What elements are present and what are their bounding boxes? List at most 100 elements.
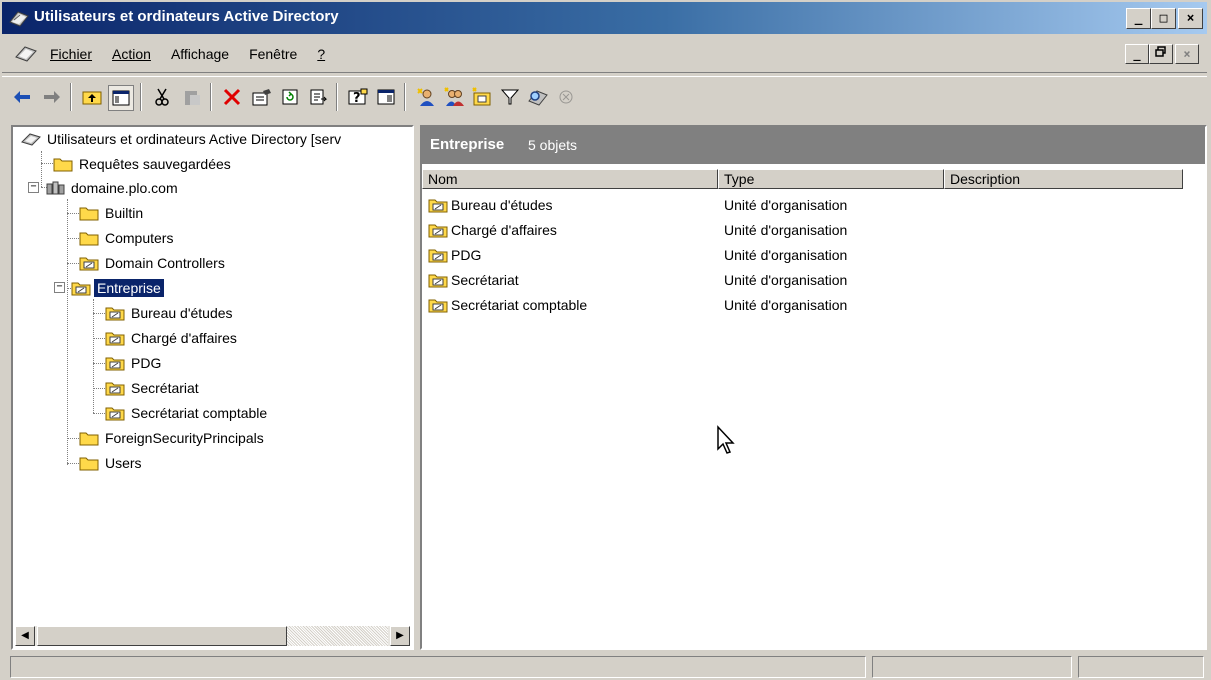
folder-icon	[79, 232, 99, 246]
toolbar: ?	[2, 76, 1207, 117]
create-user-icon[interactable]	[414, 85, 438, 109]
tree-label: Entreprise	[93, 278, 165, 298]
list-item[interactable]: Secrétariat Unité d'organisation	[428, 268, 1198, 292]
console-tree-icon[interactable]	[374, 85, 398, 109]
column-headers: Nom Type Description	[422, 169, 1205, 189]
ou-icon	[428, 299, 448, 313]
mdi-restore-button[interactable]	[1149, 44, 1173, 64]
tree-item-secretariat[interactable]: Secrétariat	[105, 376, 202, 400]
folder-icon	[79, 432, 99, 446]
list-item[interactable]: Chargé d'affaires Unité d'organisation	[428, 218, 1198, 242]
scroll-left-button[interactable]: ◀	[15, 626, 35, 646]
tree-item-pdg[interactable]: PDG	[105, 351, 164, 375]
forward-arrow-icon[interactable]	[40, 85, 64, 109]
column-header-nom[interactable]: Nom	[422, 169, 718, 189]
tree-item-entreprise[interactable]: Entreprise	[71, 276, 165, 300]
mmc-window: Utilisateurs et ordinateurs Active Direc…	[0, 0, 1211, 680]
scroll-thumb[interactable]	[37, 626, 287, 646]
mdi-close-button[interactable]: ×	[1175, 44, 1199, 64]
collapse-entreprise-icon[interactable]: −	[54, 282, 65, 293]
ou-icon	[79, 257, 99, 271]
status-bar	[2, 654, 1207, 678]
menu-action[interactable]: Action	[102, 46, 161, 62]
close-button[interactable]: ×	[1178, 8, 1203, 29]
filter-icon[interactable]	[498, 85, 522, 109]
tree-item-charge-affaires[interactable]: Chargé d'affaires	[105, 326, 240, 350]
scroll-right-button[interactable]: ▶	[390, 626, 410, 646]
domain-icon	[46, 181, 65, 195]
ad-console-icon	[9, 11, 29, 27]
collapse-domain-icon[interactable]: −	[28, 182, 39, 193]
svg-text:?: ?	[353, 91, 361, 106]
mouse-cursor-icon	[717, 425, 735, 454]
list-item[interactable]: Secrétariat comptable Unité d'organisati…	[428, 293, 1198, 317]
ou-icon	[428, 224, 448, 238]
create-ou-icon[interactable]	[470, 85, 494, 109]
title-bar[interactable]: Utilisateurs et ordinateurs Active Direc…	[2, 2, 1207, 34]
list-item[interactable]: PDG Unité d'organisation	[428, 243, 1198, 267]
folder-icon	[79, 457, 99, 471]
tree-label: Chargé d'affaires	[131, 330, 237, 346]
caption-buttons: _ □ ×	[1126, 8, 1203, 30]
console-menu-icon[interactable]	[14, 43, 38, 63]
ou-icon	[105, 307, 125, 321]
list-item-type: Unité d'organisation	[724, 297, 848, 313]
show-hide-tree-icon[interactable]	[108, 85, 134, 111]
cut-icon[interactable]	[150, 85, 174, 109]
ad-console-icon	[21, 133, 41, 146]
ou-icon	[105, 382, 125, 396]
menu-help[interactable]: ?	[307, 46, 335, 62]
ou-icon	[105, 407, 125, 421]
tree-label: Secrétariat comptable	[131, 405, 268, 421]
tree-item-computers[interactable]: Computers	[79, 226, 176, 250]
restore-icon	[1155, 46, 1166, 57]
menu-affichage[interactable]: Affichage	[161, 46, 239, 62]
export-list-icon[interactable]	[306, 85, 330, 109]
menu-bar: Fichier Action Affichage Fenêtre ? _ ×	[2, 36, 1207, 73]
tree-label: PDG	[131, 355, 162, 371]
tree-item-builtin[interactable]: Builtin	[79, 201, 146, 225]
delete-icon[interactable]	[220, 85, 244, 109]
ou-icon	[105, 357, 125, 371]
maximize-button[interactable]: □	[1151, 8, 1176, 29]
find-icon[interactable]	[526, 85, 550, 109]
tree-item-saved-queries[interactable]: Requêtes sauvegardées	[53, 152, 234, 176]
mdi-minimize-button[interactable]: _	[1125, 44, 1149, 64]
minimize-button[interactable]: _	[1126, 8, 1151, 29]
ou-icon	[428, 199, 448, 213]
tree-item-domain[interactable]: domaine.plo.com	[45, 176, 181, 200]
tree-item-foreign-security-principals[interactable]: ForeignSecurityPrincipals	[79, 426, 267, 450]
folder-icon	[79, 207, 99, 221]
list-item-name: Bureau d'études	[451, 197, 553, 213]
tree-label: Computers	[105, 230, 174, 246]
refresh-icon[interactable]	[278, 85, 302, 109]
add-to-group-icon[interactable]	[554, 85, 578, 109]
paste-icon[interactable]	[180, 85, 204, 109]
scroll-track[interactable]	[287, 626, 388, 646]
tree-label: Builtin	[105, 205, 144, 221]
back-arrow-icon[interactable]	[10, 85, 34, 109]
tree-item-root[interactable]: Utilisateurs et ordinateurs Active Direc…	[21, 127, 344, 151]
tree-item-bureau-etudes[interactable]: Bureau d'études	[105, 301, 236, 325]
tree-item-users[interactable]: Users	[79, 451, 145, 475]
column-header-description[interactable]: Description	[944, 169, 1183, 189]
menu-fenetre[interactable]: Fenêtre	[239, 46, 307, 62]
status-panel-2	[872, 656, 1072, 678]
up-folder-icon[interactable]	[80, 85, 104, 109]
properties-icon[interactable]	[250, 85, 274, 109]
menu-fichier[interactable]: Fichier	[50, 46, 102, 62]
tree-item-domain-controllers[interactable]: Domain Controllers	[79, 251, 228, 275]
tree-root-label: Utilisateurs et ordinateurs Active Direc…	[47, 131, 342, 147]
help-icon[interactable]: ?	[346, 85, 370, 109]
details-pane[interactable]: Entreprise 5 objets Nom Type Description…	[420, 125, 1207, 650]
tree-label: Users	[105, 455, 142, 471]
details-title: Entreprise	[430, 136, 505, 153]
status-panel-3	[1078, 656, 1204, 678]
tree-label: Requêtes sauvegardées	[79, 156, 231, 172]
console-tree[interactable]: Utilisateurs et ordinateurs Active Direc…	[11, 125, 414, 650]
column-header-type[interactable]: Type	[718, 169, 944, 189]
create-group-icon[interactable]	[442, 85, 466, 109]
tree-item-secretariat-comptable[interactable]: Secrétariat comptable	[105, 401, 270, 425]
tree-horizontal-scrollbar[interactable]: ◀ ▶	[15, 626, 410, 646]
list-item[interactable]: Bureau d'études Unité d'organisation	[428, 193, 1198, 217]
